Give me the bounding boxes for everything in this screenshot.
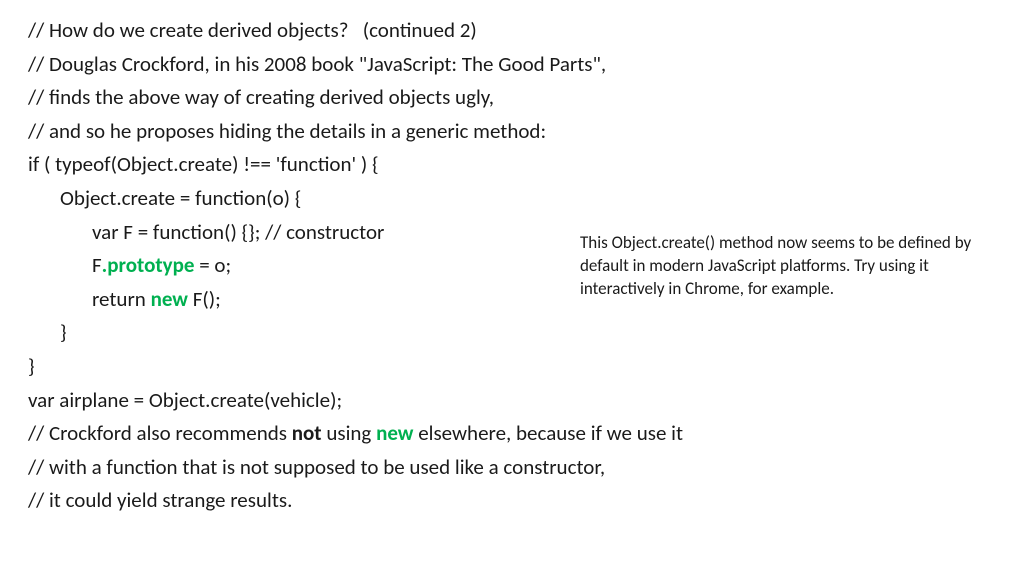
code-text: F	[92, 252, 102, 278]
code-text: = o;	[194, 252, 231, 278]
code-line: // Crockford also recommends not using n…	[28, 417, 996, 451]
keyword-prototype: .prototype	[102, 252, 195, 278]
code-line: var airplane = Object.create(vehicle);	[28, 384, 996, 418]
code-line: Object.create = function(o) {	[28, 182, 996, 216]
side-note: This Object.create() method now seems to…	[580, 232, 1010, 301]
code-line: // it could yield strange results.	[28, 484, 996, 518]
code-text: using	[322, 420, 376, 446]
code-text: return	[92, 286, 151, 312]
code-line: // with a function that is not supposed …	[28, 451, 996, 485]
keyword-new: new	[376, 420, 413, 446]
keyword-new: new	[151, 286, 188, 312]
code-line: if ( typeof(Object.create) !== 'function…	[28, 148, 996, 182]
code-line: }	[28, 350, 996, 384]
code-line: // Douglas Crockford, in his 2008 book "…	[28, 48, 996, 82]
code-text: elsewhere, because if we use it	[413, 420, 683, 446]
code-line: // How do we create derived objects? (co…	[28, 14, 996, 48]
code-text: F();	[188, 286, 221, 312]
code-line: }	[28, 316, 996, 350]
code-line: // finds the above way of creating deriv…	[28, 81, 996, 115]
slide-content: // How do we create derived objects? (co…	[0, 0, 1024, 576]
emphasis-not: not	[292, 420, 322, 446]
code-text: // Crockford also recommends	[28, 420, 292, 446]
code-line: // and so he proposes hiding the details…	[28, 115, 996, 149]
